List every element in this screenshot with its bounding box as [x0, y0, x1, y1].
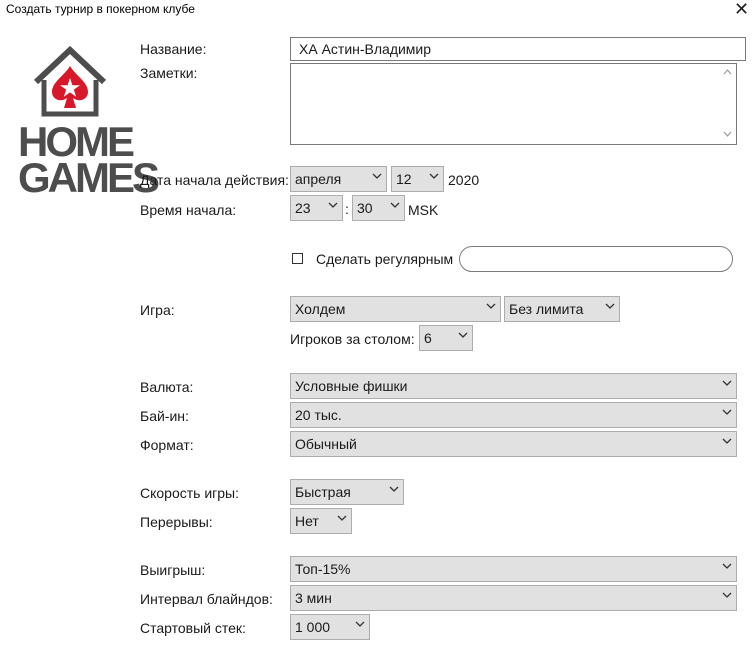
chevron-down-icon	[722, 592, 732, 598]
start-date-label: Дата начала действия:	[140, 172, 289, 188]
blind-interval-value: 3 мин	[295, 590, 332, 606]
minute-value: 30	[357, 200, 373, 216]
chevron-down-icon	[429, 173, 439, 179]
buyin-value: 20 тыс.	[295, 407, 342, 423]
blind-interval-select[interactable]: 3 мин	[290, 585, 737, 611]
recurring-label: Сделать регулярным	[316, 251, 454, 267]
format-value: Обычный	[295, 436, 357, 452]
blind-interval-label: Интервал блайндов:	[140, 591, 273, 607]
buyin-select[interactable]: 20 тыс.	[290, 402, 737, 428]
day-select[interactable]: 12	[391, 166, 444, 192]
chevron-down-icon	[486, 303, 496, 309]
scroll-arrows-icon	[723, 69, 732, 137]
hour-select[interactable]: 23	[290, 195, 343, 221]
month-value: апреля	[295, 171, 342, 187]
limit-value: Без лимита	[509, 301, 584, 317]
name-input[interactable]: ХА Астин-Владимир	[290, 37, 746, 61]
speed-value: Быстрая	[295, 484, 351, 500]
notes-scrollbar[interactable]	[719, 64, 736, 144]
notes-textarea[interactable]	[290, 63, 737, 145]
chevron-down-icon	[722, 409, 732, 415]
players-label: Игроков за столом:	[290, 331, 415, 347]
currency-label: Валюта:	[140, 379, 194, 395]
notes-label: Заметки:	[140, 65, 198, 81]
currency-select[interactable]: Условные фишки	[290, 373, 737, 399]
start-time-label: Время начала:	[140, 202, 237, 218]
chevron-down-icon	[372, 173, 382, 179]
chevron-down-icon	[605, 303, 615, 309]
game-select[interactable]: Холдем	[290, 296, 501, 322]
year-value: 2020	[448, 172, 480, 188]
buyin-label: Бай-ин:	[140, 408, 189, 424]
speed-select[interactable]: Быстрая	[290, 479, 404, 505]
time-separator: :	[345, 201, 349, 217]
name-label: Название:	[140, 41, 207, 57]
game-value: Холдем	[295, 301, 346, 317]
chevron-down-icon	[722, 438, 732, 444]
payout-select[interactable]: Топ-15%	[290, 556, 737, 582]
breaks-value: Нет	[295, 513, 319, 529]
chevron-down-icon	[722, 380, 732, 386]
chevron-down-icon	[355, 621, 365, 627]
minute-select[interactable]: 30	[352, 195, 405, 221]
payout-label: Выигрыш:	[140, 562, 206, 578]
chevron-down-icon	[458, 332, 468, 338]
day-value: 12	[396, 171, 412, 187]
breaks-label: Перерывы:	[140, 514, 213, 530]
chevron-down-icon	[722, 563, 732, 569]
timezone-label: MSK	[408, 202, 439, 218]
starting-stack-label: Стартовый стек:	[140, 620, 246, 636]
chevron-down-icon	[337, 515, 347, 521]
breaks-select[interactable]: Нет	[290, 508, 352, 534]
month-select[interactable]: апреля	[290, 166, 387, 192]
close-icon[interactable]: ✕	[734, 0, 749, 20]
recurring-schedule-field[interactable]	[459, 246, 733, 272]
currency-value: Условные фишки	[295, 378, 408, 394]
starting-stack-select[interactable]: 1 000	[290, 614, 370, 640]
house-spade-icon	[33, 45, 107, 117]
limit-select[interactable]: Без лимита	[504, 296, 620, 322]
starting-stack-value: 1 000	[295, 619, 331, 635]
hour-value: 23	[295, 200, 311, 216]
payout-value: Топ-15%	[295, 561, 351, 577]
format-select[interactable]: Обычный	[290, 431, 737, 457]
logo-games-text: GAMES	[18, 154, 160, 201]
chevron-down-icon	[390, 202, 400, 208]
name-input-value: ХА Астин-Владимир	[299, 41, 432, 57]
chevron-down-icon	[389, 486, 399, 492]
recurring-checkbox[interactable]	[292, 253, 303, 264]
chevron-down-icon	[328, 202, 338, 208]
format-label: Формат:	[140, 437, 194, 453]
players-value: 6	[424, 330, 432, 346]
window-title: Создать турнир в покерном клубе	[6, 2, 195, 16]
players-select[interactable]: 6	[419, 325, 473, 351]
game-label: Игра:	[140, 302, 175, 318]
speed-label: Скорость игры:	[140, 485, 240, 501]
